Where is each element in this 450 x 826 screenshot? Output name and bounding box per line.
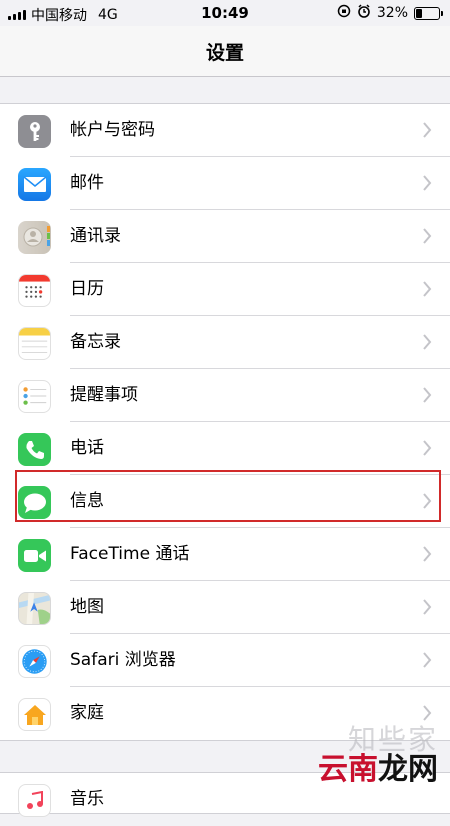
settings-row-safari[interactable]: Safari 浏览器 <box>0 634 450 687</box>
settings-row-label: 家庭 <box>70 703 104 723</box>
messages-icon <box>18 486 51 519</box>
maps-icon <box>18 592 51 625</box>
music-icon <box>18 784 51 817</box>
chevron-right-icon <box>423 228 432 244</box>
settings-row-label: 帐户与密码 <box>70 120 155 140</box>
battery-level <box>416 8 422 18</box>
watermark: 云南龙网 <box>318 744 438 788</box>
settings-row-messages[interactable]: 信息 <box>0 475 450 528</box>
settings-row-accounts[interactable]: 帐户与密码 <box>0 104 450 157</box>
settings-row-reminders[interactable]: 提醒事项 <box>0 369 450 422</box>
page-title: 设置 <box>205 41 244 64</box>
settings-row-contacts[interactable]: 通讯录 <box>0 210 450 263</box>
chevron-right-icon <box>423 493 432 509</box>
chevron-right-icon <box>423 546 432 562</box>
settings-row-label: 电话 <box>70 438 104 458</box>
settings-row-label: Safari 浏览器 <box>70 650 176 670</box>
settings-row-phone[interactable]: 电话 <box>0 422 450 475</box>
settings-row-label: 日历 <box>70 279 104 299</box>
settings-row-label: 提醒事项 <box>70 385 138 405</box>
settings-row-mail[interactable]: 邮件 <box>0 157 450 210</box>
settings-row-label: 备忘录 <box>70 332 121 352</box>
chevron-right-icon <box>423 281 432 297</box>
contacts-icon <box>18 221 51 254</box>
settings-row-calendar[interactable]: 日历 <box>0 263 450 316</box>
key-icon <box>18 115 51 148</box>
settings-row-notes[interactable]: 备忘录 <box>0 316 450 369</box>
settings-row-label: FaceTime 通话 <box>70 544 190 564</box>
settings-row-label: 地图 <box>70 597 104 617</box>
settings-row-facetime[interactable]: FaceTime 通话 <box>0 528 450 581</box>
chevron-right-icon <box>423 652 432 668</box>
facetime-icon <box>18 539 51 572</box>
notes-icon <box>18 327 51 360</box>
settings-row-maps[interactable]: 地图 <box>0 581 450 634</box>
chevron-right-icon <box>423 334 432 350</box>
watermark-text: 云南龙网 <box>318 752 438 787</box>
settings-row-label: 信息 <box>70 491 104 511</box>
settings-row-label: 邮件 <box>70 173 104 193</box>
phone-icon <box>18 433 51 466</box>
settings-group: 帐户与密码 邮件 通讯录 日历 备忘录 提醒事项 电话 信息 FaceTime … <box>0 103 450 741</box>
chevron-right-icon <box>423 387 432 403</box>
status-bar: 中国移动 4G 10:49 32% <box>0 0 450 26</box>
chevron-right-icon <box>423 440 432 456</box>
settings-row-label: 通讯录 <box>70 226 121 246</box>
reminders-icon <box>18 380 51 413</box>
mail-icon <box>18 168 51 201</box>
safari-icon <box>18 645 51 678</box>
chevron-right-icon <box>423 175 432 191</box>
chevron-right-icon <box>423 122 432 138</box>
status-right: 32% <box>337 4 443 22</box>
home-icon <box>18 698 51 731</box>
battery-icon <box>414 6 443 20</box>
chevron-right-icon <box>423 599 432 615</box>
orientation-lock-icon <box>337 4 351 22</box>
battery-percent: 32% <box>376 5 408 21</box>
nav-bar: 设置 <box>0 26 450 77</box>
alarm-icon <box>357 4 371 22</box>
calendar-icon <box>18 274 51 307</box>
